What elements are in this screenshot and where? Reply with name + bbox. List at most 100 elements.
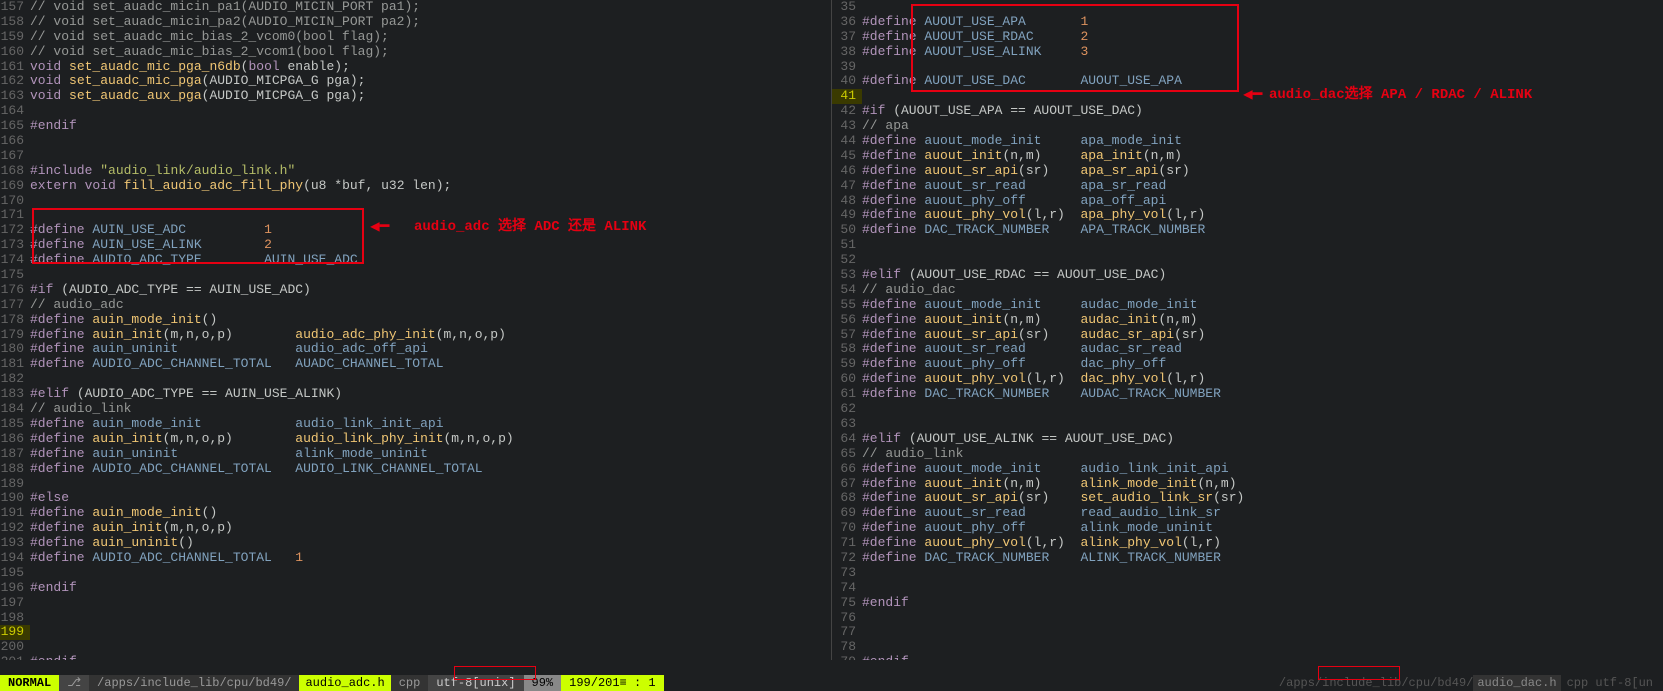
code-line[interactable]: 188#define AUDIO_ADC_CHANNEL_TOTAL AUDIO… bbox=[0, 462, 831, 477]
code-line[interactable]: 176#if (AUDIO_ADC_TYPE == AUIN_USE_ADC) bbox=[0, 283, 831, 298]
code-line[interactable]: 45#define auout_init(n,m) apa_init(n,m) bbox=[832, 149, 1663, 164]
code-line[interactable]: 62 bbox=[832, 402, 1663, 417]
code-line[interactable]: 169extern void fill_audio_adc_fill_phy(u… bbox=[0, 179, 831, 194]
code-line[interactable]: 199 bbox=[0, 625, 831, 640]
code-line[interactable]: 68#define auout_sr_api(sr) set_audio_lin… bbox=[832, 491, 1663, 506]
code-line[interactable]: 41 bbox=[832, 89, 1663, 104]
code-line[interactable]: 184// audio_link bbox=[0, 402, 831, 417]
code-line[interactable]: 160// void set_auadc_mic_bias_2_vcom1(bo… bbox=[0, 45, 831, 60]
code-line[interactable]: 73 bbox=[832, 566, 1663, 581]
right-pane[interactable]: 3536#define AUOUT_USE_APA 137#define AUO… bbox=[832, 0, 1663, 660]
code-line[interactable]: 181#define AUDIO_ADC_CHANNEL_TOTAL AUADC… bbox=[0, 357, 831, 372]
code-line[interactable]: 77 bbox=[832, 625, 1663, 640]
code-line[interactable]: 44#define auout_mode_init apa_mode_init bbox=[832, 134, 1663, 149]
scroll-percent: 99% bbox=[524, 675, 562, 691]
code-line[interactable]: 175 bbox=[0, 268, 831, 283]
code-line[interactable]: 170 bbox=[0, 194, 831, 209]
code-line[interactable]: 78 bbox=[832, 640, 1663, 655]
code-line[interactable]: 70#define auout_phy_off alink_mode_unini… bbox=[832, 521, 1663, 536]
code-line[interactable]: 187#define auin_uninit alink_mode_uninit bbox=[0, 447, 831, 462]
code-line[interactable]: 167 bbox=[0, 149, 831, 164]
code-line[interactable]: 66#define auout_mode_init audio_link_ini… bbox=[832, 462, 1663, 477]
code-line[interactable]: 39 bbox=[832, 60, 1663, 75]
code-line[interactable]: 40#define AUOUT_USE_DAC AUOUT_USE_APA bbox=[832, 74, 1663, 89]
code-line[interactable]: 53#elif (AUOUT_USE_RDAC == AUOUT_USE_DAC… bbox=[832, 268, 1663, 283]
code-line[interactable]: 195 bbox=[0, 566, 831, 581]
code-line[interactable]: 182 bbox=[0, 372, 831, 387]
code-line[interactable]: 79#endif bbox=[832, 655, 1663, 660]
code-line[interactable]: 192#define auin_init(m,n,o,p) bbox=[0, 521, 831, 536]
code-line[interactable]: 162void set_auadc_mic_pga(AUDIO_MICPGA_G… bbox=[0, 74, 831, 89]
code-line[interactable]: 59#define auout_phy_off dac_phy_off bbox=[832, 357, 1663, 372]
code-line[interactable]: 75#endif bbox=[832, 596, 1663, 611]
line-number: 54 bbox=[832, 283, 862, 298]
code-line[interactable]: 60#define auout_phy_vol(l,r) dac_phy_vol… bbox=[832, 372, 1663, 387]
code-line[interactable]: 47#define auout_sr_read apa_sr_read bbox=[832, 179, 1663, 194]
code-line[interactable]: 196#endif bbox=[0, 581, 831, 596]
code-line[interactable]: 197 bbox=[0, 596, 831, 611]
code-line[interactable]: 183#elif (AUDIO_ADC_TYPE == AUIN_USE_ALI… bbox=[0, 387, 831, 402]
code-line[interactable]: 174#define AUDIO_ADC_TYPE AUIN_USE_ADC bbox=[0, 253, 831, 268]
code-line[interactable]: 76 bbox=[832, 611, 1663, 626]
code-line[interactable]: 51 bbox=[832, 238, 1663, 253]
code-line[interactable]: 159// void set_auadc_mic_bias_2_vcom0(bo… bbox=[0, 30, 831, 45]
line-number: 192 bbox=[0, 521, 30, 536]
code-line[interactable]: 194#define AUDIO_ADC_CHANNEL_TOTAL 1 bbox=[0, 551, 831, 566]
code-line[interactable]: 56#define auout_init(n,m) audac_init(n,m… bbox=[832, 313, 1663, 328]
code-line[interactable]: 48#define auout_phy_off apa_off_api bbox=[832, 194, 1663, 209]
code-line[interactable]: 71#define auout_phy_vol(l,r) alink_phy_v… bbox=[832, 536, 1663, 551]
code-line[interactable]: 63 bbox=[832, 417, 1663, 432]
code-line[interactable]: 163void set_auadc_aux_pga(AUDIO_MICPGA_G… bbox=[0, 89, 831, 104]
code-line[interactable]: 157// void set_auadc_micin_pa1(AUDIO_MIC… bbox=[0, 0, 831, 15]
code-line[interactable]: 69#define auout_sr_read read_audio_link_… bbox=[832, 506, 1663, 521]
code-line[interactable]: 191#define auin_mode_init() bbox=[0, 506, 831, 521]
code-line[interactable]: 179#define auin_init(m,n,o,p) audio_adc_… bbox=[0, 328, 831, 343]
code-line[interactable]: 38#define AUOUT_USE_ALINK 3 bbox=[832, 45, 1663, 60]
line-number: 62 bbox=[832, 402, 862, 417]
code-line[interactable]: 52 bbox=[832, 253, 1663, 268]
code-line[interactable]: 43// apa bbox=[832, 119, 1663, 134]
code-line[interactable]: 164 bbox=[0, 104, 831, 119]
file-name-left: audio_adc.h bbox=[299, 675, 390, 691]
code-line[interactable]: 37#define AUOUT_USE_RDAC 2 bbox=[832, 30, 1663, 45]
code-line[interactable]: 57#define auout_sr_api(sr) audac_sr_api(… bbox=[832, 328, 1663, 343]
code-line[interactable]: 198 bbox=[0, 611, 831, 626]
left-pane[interactable]: 157// void set_auadc_micin_pa1(AUDIO_MIC… bbox=[0, 0, 832, 660]
code-line[interactable]: 74 bbox=[832, 581, 1663, 596]
code-line[interactable]: 158// void set_auadc_micin_pa2(AUDIO_MIC… bbox=[0, 15, 831, 30]
code-line[interactable]: 177// audio_adc bbox=[0, 298, 831, 313]
code-line[interactable]: 58#define auout_sr_read audac_sr_read bbox=[832, 342, 1663, 357]
code-line[interactable]: 201#endif bbox=[0, 655, 831, 660]
code-line[interactable]: 65// audio_link bbox=[832, 447, 1663, 462]
code-line[interactable]: 50#define DAC_TRACK_NUMBER APA_TRACK_NUM… bbox=[832, 223, 1663, 238]
code-line[interactable]: 178#define auin_mode_init() bbox=[0, 313, 831, 328]
code-line[interactable]: 172#define AUIN_USE_ADC 1 bbox=[0, 223, 831, 238]
code-line[interactable]: 42#if (AUOUT_USE_APA == AUOUT_USE_DAC) bbox=[832, 104, 1663, 119]
code-line[interactable]: 61#define DAC_TRACK_NUMBER AUDAC_TRACK_N… bbox=[832, 387, 1663, 402]
code-line[interactable]: 190#else bbox=[0, 491, 831, 506]
code-line[interactable]: 200 bbox=[0, 640, 831, 655]
code-line[interactable]: 67#define auout_init(n,m) alink_mode_ini… bbox=[832, 477, 1663, 492]
code-line[interactable]: 161void set_auadc_mic_pga_n6db(bool enab… bbox=[0, 60, 831, 75]
line-number: 40 bbox=[832, 74, 862, 89]
code-line[interactable]: 173#define AUIN_USE_ALINK 2 bbox=[0, 238, 831, 253]
code-line[interactable]: 185#define auin_mode_init audio_link_ini… bbox=[0, 417, 831, 432]
code-line[interactable]: 165#endif bbox=[0, 119, 831, 134]
code-line[interactable]: 64#elif (AUOUT_USE_ALINK == AUOUT_USE_DA… bbox=[832, 432, 1663, 447]
code-line[interactable]: 36#define AUOUT_USE_APA 1 bbox=[832, 15, 1663, 30]
code-line[interactable]: 189 bbox=[0, 477, 831, 492]
code-line[interactable]: 166 bbox=[0, 134, 831, 149]
code-line[interactable]: 186#define auin_init(m,n,o,p) audio_link… bbox=[0, 432, 831, 447]
code-line[interactable]: 49#define auout_phy_vol(l,r) apa_phy_vol… bbox=[832, 208, 1663, 223]
code-line[interactable]: 171 bbox=[0, 208, 831, 223]
line-number: 163 bbox=[0, 89, 30, 104]
line-number: 65 bbox=[832, 447, 862, 462]
code-line[interactable]: 193#define auin_uninit() bbox=[0, 536, 831, 551]
code-line[interactable]: 55#define auout_mode_init audac_mode_ini… bbox=[832, 298, 1663, 313]
code-line[interactable]: 35 bbox=[832, 0, 1663, 15]
code-line[interactable]: 180#define auin_uninit audio_adc_off_api bbox=[0, 342, 831, 357]
code-line[interactable]: 46#define auout_sr_api(sr) apa_sr_api(sr… bbox=[832, 164, 1663, 179]
code-line[interactable]: 168#include "audio_link/audio_link.h" bbox=[0, 164, 831, 179]
code-line[interactable]: 72#define DAC_TRACK_NUMBER ALINK_TRACK_N… bbox=[832, 551, 1663, 566]
code-line[interactable]: 54// audio_dac bbox=[832, 283, 1663, 298]
